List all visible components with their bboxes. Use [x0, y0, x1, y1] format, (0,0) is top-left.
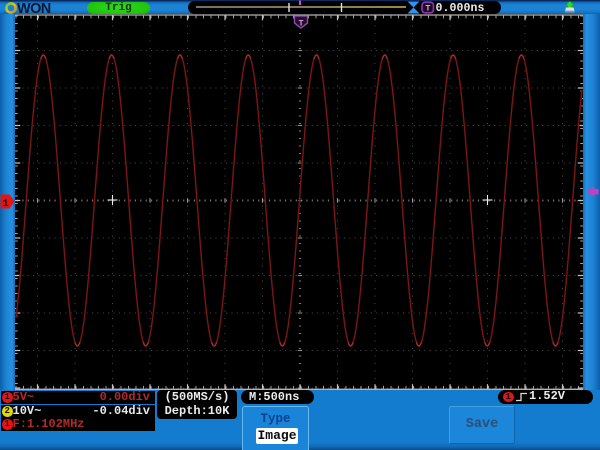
- svg-text:0.000ns: 0.000ns: [436, 2, 485, 15]
- svg-text:T: T: [425, 4, 430, 14]
- svg-text:1: 1: [2, 198, 8, 210]
- svg-text:T: T: [298, 19, 303, 29]
